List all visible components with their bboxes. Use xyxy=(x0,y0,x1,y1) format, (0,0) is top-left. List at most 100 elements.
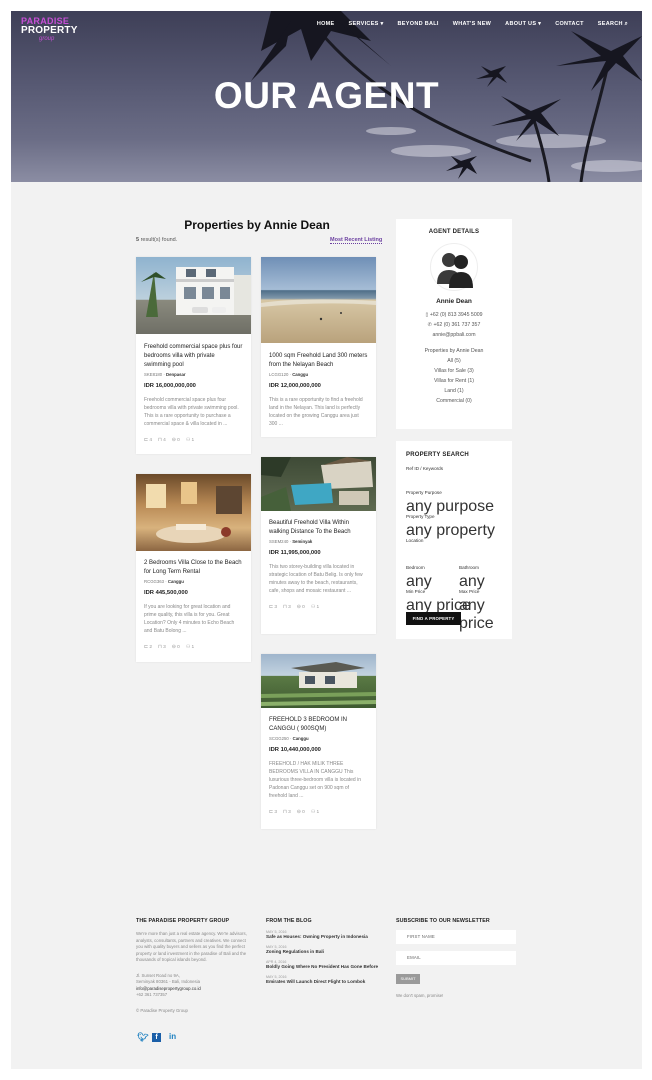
property-card[interactable]: 1000 sqm Freehold Land 300 meters from t… xyxy=(261,257,376,437)
listing-title: Properties by Annie Dean xyxy=(184,218,330,232)
property-price: IDR 16,000,000,000 xyxy=(144,383,196,389)
footer-blog: FROM THE BLOG MAY 5, 2016 Safe as Houses… xyxy=(266,918,386,984)
car-icon: ⊖ 0 xyxy=(171,438,180,443)
agent-email[interactable]: annie@ppbali.com xyxy=(396,330,512,340)
property-title[interactable]: 2 Bedrooms Villa Close to the Beach for … xyxy=(144,559,243,577)
property-card[interactable]: FREEHOLD 3 BEDROOM IN CANGGU ( 900SQM) S… xyxy=(261,654,376,829)
agent-filter-villas-rent[interactable]: Villas for Rent (1) xyxy=(396,376,512,386)
agent-filter-land[interactable]: Land (1) xyxy=(396,386,512,396)
property-features: ⊏ 3 ⊓ 3 ⊖ 0 ⚇ 1 xyxy=(269,605,368,610)
footer-newsletter-title: SUBSCRIBE TO OUR NEWSLETTER xyxy=(396,918,490,924)
blog-post[interactable]: MAY 5, 2016 Emirates Will Launch Direct … xyxy=(266,975,386,984)
property-card[interactable]: 2 Bedrooms Villa Close to the Beach for … xyxy=(136,474,251,662)
property-description: If you are looking for great location an… xyxy=(144,604,235,634)
footer-about-text: We're more than just a real estate agenc… xyxy=(136,931,247,962)
property-description: FREEHOLD / HAK MILIK THREE BEDROOMS VILL… xyxy=(269,761,361,799)
facebook-icon[interactable]: f xyxy=(152,1033,161,1042)
email-input[interactable]: EMAIL xyxy=(396,951,516,965)
blog-post[interactable]: MAY 5, 2016 Safe as Houses: Owning Prope… xyxy=(266,930,386,939)
bath-icon: ⊓ 3 xyxy=(283,605,291,610)
page-frame: PARADISE PROPERTY group HOME SERVICES ▾ … xyxy=(11,11,642,1069)
property-title[interactable]: FREEHOLD 3 BEDROOM IN CANGGU ( 900SQM) xyxy=(269,716,368,734)
spam-note: We don't spam, promise! xyxy=(396,993,444,998)
agent-filter-villas-sale[interactable]: Villas for Sale (3) xyxy=(396,366,512,376)
footer-phone: +62 361 737357 xyxy=(136,992,168,997)
bath-icon: ⊓ 4 xyxy=(158,438,166,443)
agent-details-widget: AGENT DETAILS Annie Dean ▯ +62 (0) 813 3… xyxy=(396,219,512,429)
property-description: This two storey-building villa located i… xyxy=(269,564,363,594)
agent-filter-commercial[interactable]: Commercial (0) xyxy=(396,396,512,406)
property-title[interactable]: Beautiful Freehold Villa Within walking … xyxy=(269,519,368,537)
person-icon: ⚇ 1 xyxy=(310,810,320,815)
property-price: IDR 12,000,000,000 xyxy=(269,383,321,389)
agent-avatar xyxy=(430,243,478,291)
property-features: ⊏ 3 ⊓ 3 ⊖ 0 ⚇ 1 xyxy=(269,810,368,815)
agent-properties-heading: Properties by Annie Dean xyxy=(424,348,484,354)
agent-filter-all[interactable]: All (5) xyxy=(396,356,512,366)
bed-icon: ⊏ 3 xyxy=(269,605,278,610)
property-title[interactable]: 1000 sqm Freehold Land 300 meters from t… xyxy=(269,352,368,370)
property-photo[interactable] xyxy=(261,654,376,708)
bath-icon: ⊓ 3 xyxy=(283,810,291,815)
agent-phone[interactable]: ✆ +62 (0) 361 737 357 xyxy=(396,320,512,330)
car-icon: ⊖ 0 xyxy=(296,605,305,610)
property-meta: SCGG250 · Canggu xyxy=(269,736,309,741)
property-features: ⊏ 4 ⊓ 4 ⊖ 0 ⚇ 1 xyxy=(144,438,243,443)
footer-blog-title: FROM THE BLOG xyxy=(266,918,312,924)
nav-search[interactable]: SEARCH ⌕ xyxy=(598,21,628,28)
bath-icon: ⊓ 3 xyxy=(158,645,166,650)
property-meta: LCGG120 · Canggu xyxy=(269,372,309,377)
property-photo[interactable] xyxy=(261,457,376,511)
bed-icon: ⊏ 3 xyxy=(269,810,278,815)
property-price: IDR 445,500,000 xyxy=(144,590,188,596)
property-card[interactable]: Beautiful Freehold Villa Within walking … xyxy=(261,457,376,634)
property-description: This is a rare opportunity to find a fre… xyxy=(269,397,363,427)
nav-services[interactable]: SERVICES ▾ xyxy=(349,21,384,28)
blog-post[interactable]: APR 4, 2016 Boldly Going Where No Presid… xyxy=(266,960,386,969)
property-meta: SSEM240 · Seminyak xyxy=(269,539,313,544)
twitter-icon[interactable]: 🐦︎ xyxy=(137,1032,148,1043)
property-photo[interactable] xyxy=(136,474,251,551)
site-logo[interactable]: PARADISE PROPERTY group xyxy=(21,17,78,43)
agent-name: Annie Dean xyxy=(436,298,472,305)
property-features: ⊏ 2 ⊓ 3 ⊖ 0 ⚇ 1 xyxy=(144,645,243,650)
sort-dropdown[interactable]: Most Recent Listing xyxy=(330,237,383,244)
property-title[interactable]: Freehold commercial space plus four bedr… xyxy=(144,343,243,370)
property-price: IDR 10,440,000,000 xyxy=(269,747,321,753)
agent-details-title: AGENT DETAILS xyxy=(428,229,480,235)
footer-about-title: THE PARADISE PROPERTY GROUP xyxy=(136,918,230,924)
footer-copyright: © Paradise Property Group xyxy=(136,1007,188,1013)
footer-newsletter: SUBSCRIBE TO OUR NEWSLETTER xyxy=(396,918,490,924)
property-meta: SKE8180 · Denpasar xyxy=(144,372,186,377)
property-search-title: PROPERTY SEARCH xyxy=(406,452,469,458)
first-name-input[interactable]: FIRST NAME xyxy=(396,930,516,944)
property-card[interactable]: Freehold commercial space plus four bedr… xyxy=(136,257,251,454)
property-description: Freehold commercial space plus four bedr… xyxy=(144,397,239,427)
bed-icon: ⊏ 2 xyxy=(144,645,153,650)
main-nav: HOME SERVICES ▾ BEYOND BALI WHAT'S NEW A… xyxy=(317,21,628,28)
nav-beyond-bali[interactable]: BEYOND BALI xyxy=(398,21,439,28)
property-meta: RCGG363 · Canggu xyxy=(144,579,184,584)
linkedin-icon[interactable]: in xyxy=(169,1032,176,1041)
hero-title: OUR AGENT xyxy=(213,75,440,116)
results-count: 5 result(s) found. xyxy=(136,237,178,243)
nav-about-us[interactable]: ABOUT US ▾ xyxy=(505,21,541,28)
bed-icon: ⊏ 4 xyxy=(144,438,153,443)
person-icon: ⚇ 1 xyxy=(185,645,195,650)
car-icon: ⊖ 0 xyxy=(296,810,305,815)
submit-button[interactable]: SUBMIT xyxy=(396,974,420,984)
nav-home[interactable]: HOME xyxy=(317,21,335,28)
agent-mobile[interactable]: ▯ +62 (0) 813 3945 5009 xyxy=(396,310,512,320)
footer-about: THE PARADISE PROPERTY GROUP We're more t… xyxy=(136,918,251,1014)
nav-whats-new[interactable]: WHAT'S NEW xyxy=(453,21,491,28)
property-photo[interactable] xyxy=(136,257,251,334)
nav-contact[interactable]: CONTACT xyxy=(555,21,584,28)
person-icon: ⚇ 1 xyxy=(310,605,320,610)
blog-post[interactable]: MAY 5, 2016 Zoning Regulations in Bali xyxy=(266,945,386,954)
person-icon: ⚇ 1 xyxy=(185,438,195,443)
property-price: IDR 11,995,000,000 xyxy=(269,550,321,556)
property-search-widget xyxy=(396,441,512,639)
hero-banner: PARADISE PROPERTY group HOME SERVICES ▾ … xyxy=(11,11,642,182)
car-icon: ⊖ 0 xyxy=(171,645,180,650)
property-photo[interactable] xyxy=(261,257,376,343)
